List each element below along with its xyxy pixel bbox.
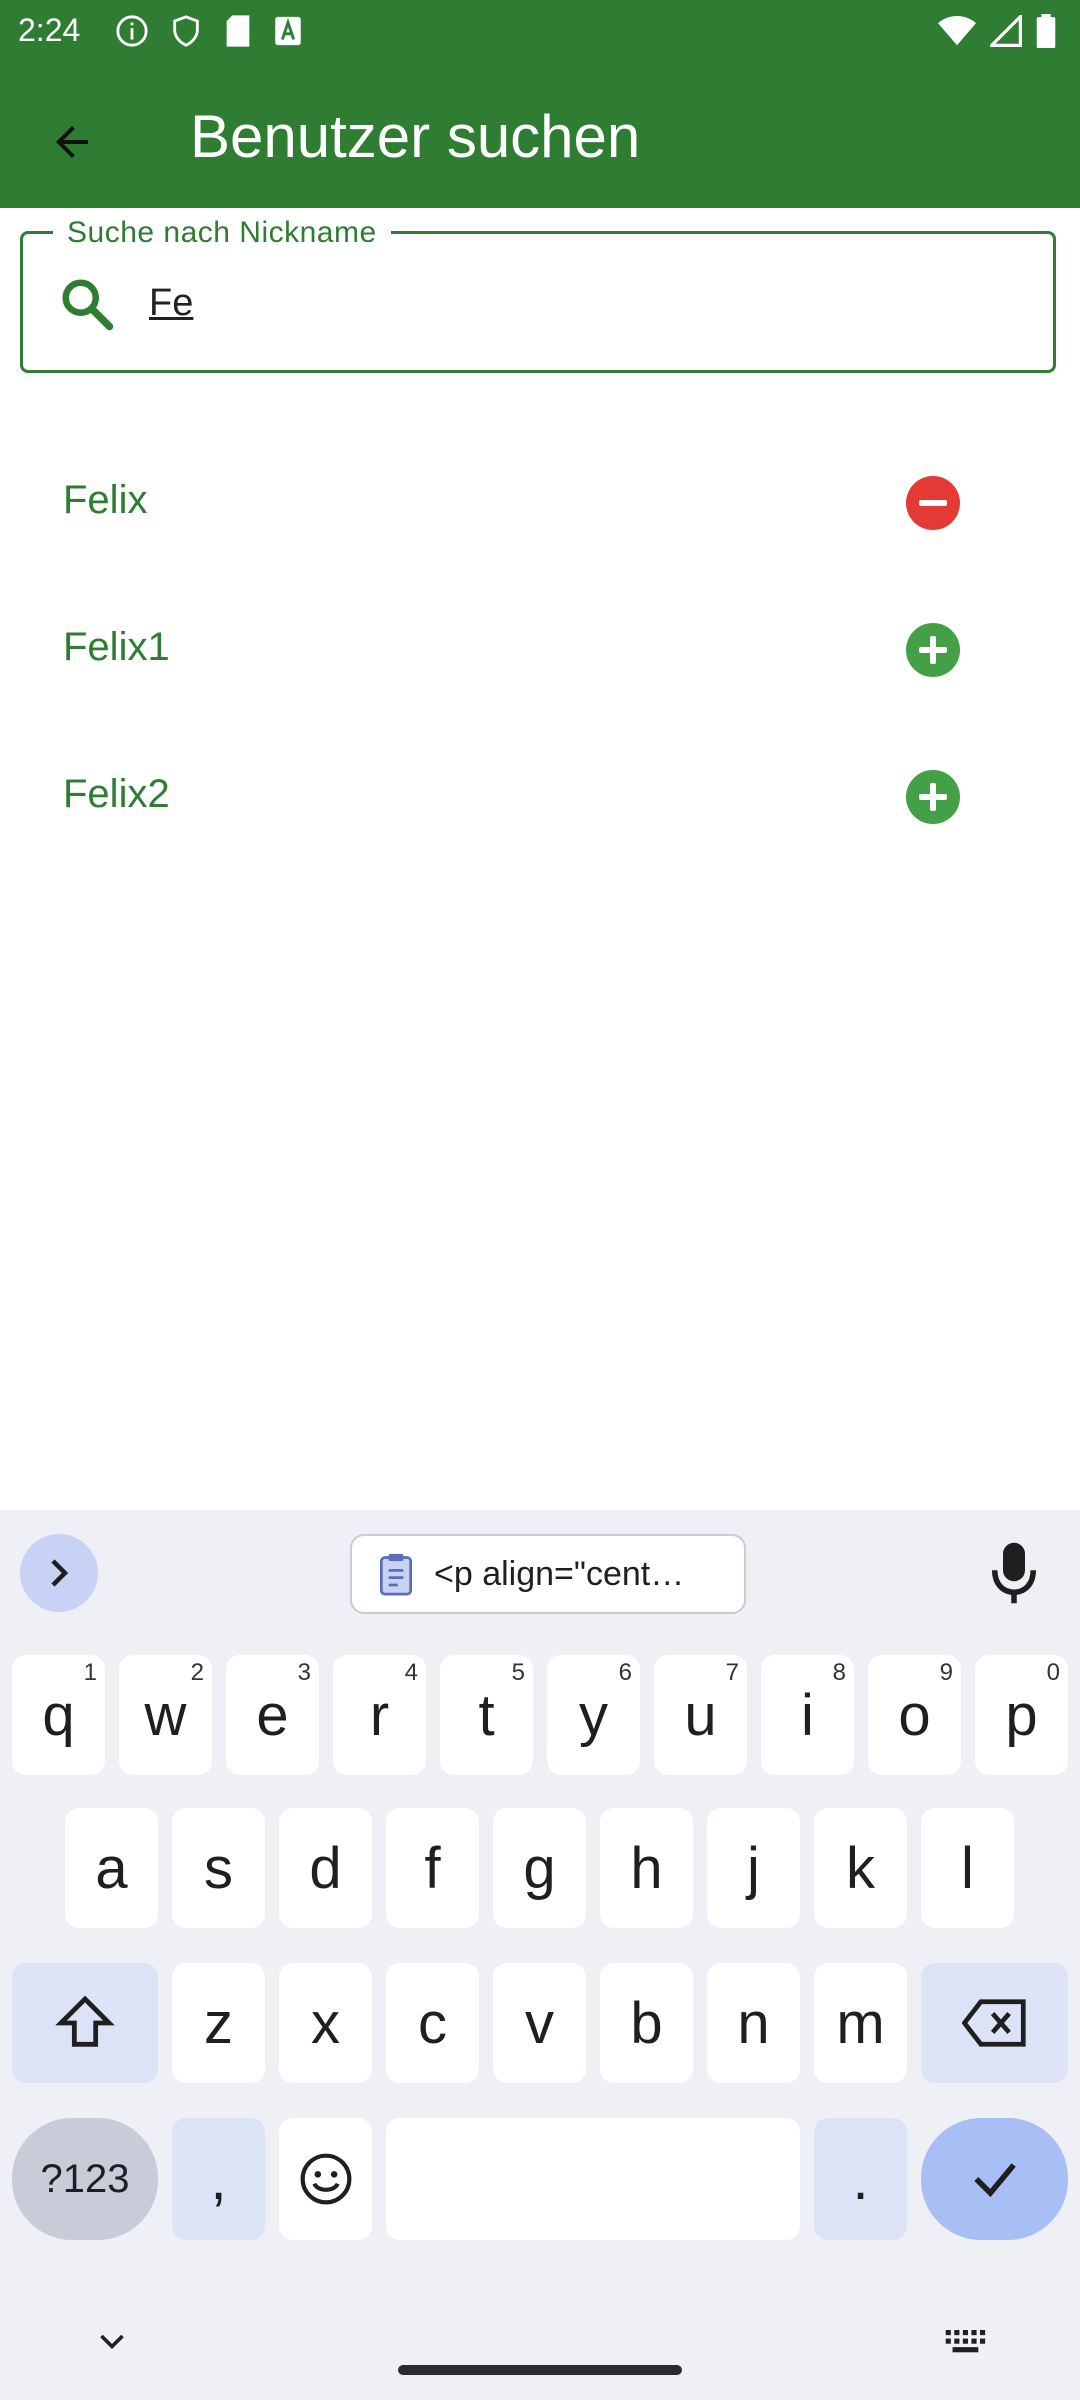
search-field[interactable]: Suche nach Nickname xyxy=(20,216,1056,373)
info-icon xyxy=(116,15,148,47)
key-j[interactable]: j xyxy=(707,1808,800,1928)
key-label: o xyxy=(898,1682,931,1748)
key-hint: 5 xyxy=(511,1659,525,1686)
key-w[interactable]: w2 xyxy=(119,1655,212,1775)
key-label: e xyxy=(256,1682,289,1748)
key-r[interactable]: r4 xyxy=(333,1655,426,1775)
user-name: Felix xyxy=(63,478,148,522)
key-hint: 4 xyxy=(404,1659,418,1686)
key-i[interactable]: i8 xyxy=(761,1655,854,1775)
key-label: t xyxy=(478,1682,495,1748)
add-user-button[interactable] xyxy=(906,623,960,677)
list-item: Felix xyxy=(0,430,1080,577)
key-u[interactable]: u7 xyxy=(654,1655,747,1775)
key-label: w xyxy=(144,1682,187,1748)
key-d[interactable]: d xyxy=(279,1808,372,1928)
key-b[interactable]: b xyxy=(600,1963,693,2083)
key-hint: 1 xyxy=(83,1659,97,1686)
user-name: Felix1 xyxy=(63,625,170,669)
key-n[interactable]: n xyxy=(707,1963,800,2083)
emoji-key[interactable] xyxy=(279,2118,372,2240)
key-g[interactable]: g xyxy=(493,1808,586,1928)
check-icon xyxy=(973,2163,1016,2198)
shield-icon xyxy=(173,15,199,47)
key-label: p xyxy=(1005,1682,1038,1748)
user-name: Felix2 xyxy=(63,772,170,816)
status-bar: 2:24 xyxy=(0,0,1080,62)
font-icon xyxy=(275,16,301,46)
key-o[interactable]: o9 xyxy=(868,1655,961,1775)
key-v[interactable]: v xyxy=(493,1963,586,2083)
key-hint: 2 xyxy=(190,1659,204,1686)
back-button[interactable] xyxy=(30,100,114,184)
user-result-list: Felix Felix1 Felix2 xyxy=(0,430,1080,871)
key-label: i xyxy=(801,1682,814,1748)
app-bar: Benutzer suchen xyxy=(0,62,1080,208)
clipboard-icon xyxy=(379,1553,413,1596)
period-key[interactable]: . xyxy=(814,2118,907,2240)
key-a[interactable]: a xyxy=(65,1808,158,1928)
key-label: q xyxy=(42,1682,75,1748)
enter-key[interactable] xyxy=(921,2118,1068,2240)
search-input[interactable] xyxy=(149,270,1029,336)
chevron-right-icon xyxy=(51,1559,69,1587)
comma-key[interactable]: , xyxy=(172,2118,265,2240)
shift-key[interactable] xyxy=(12,1963,158,2083)
key-hint: 3 xyxy=(297,1659,311,1686)
sd-card-icon xyxy=(226,15,250,47)
home-indicator[interactable] xyxy=(398,2365,682,2375)
key-c[interactable]: c xyxy=(386,1963,479,2083)
key-label: r xyxy=(369,1682,390,1748)
backspace-key[interactable] xyxy=(921,1963,1068,2083)
status-time: 2:24 xyxy=(18,12,81,48)
backspace-icon xyxy=(961,1999,1026,2047)
key-s[interactable]: s xyxy=(172,1808,265,1928)
key-f[interactable]: f xyxy=(386,1808,479,1928)
emoji-icon xyxy=(300,2153,351,2205)
keyboard-switch-icon[interactable] xyxy=(944,2328,992,2356)
list-item: Felix1 xyxy=(0,577,1080,724)
add-user-button[interactable] xyxy=(906,770,960,824)
key-hint: 0 xyxy=(1046,1659,1060,1686)
keyboard-expand-button[interactable] xyxy=(20,1534,98,1612)
key-e[interactable]: e3 xyxy=(226,1655,319,1775)
symbols-key[interactable]: ?123 xyxy=(12,2118,158,2240)
key-q[interactable]: q1 xyxy=(12,1655,105,1775)
keyboard-bottom-bar xyxy=(0,2300,1080,2400)
search-label: Suche nach Nickname xyxy=(53,216,391,250)
on-screen-keyboard: <p align="cent… q1 w2 e3 r4 t5 y6 u7 i8 … xyxy=(0,1510,1080,2400)
space-key[interactable] xyxy=(386,2118,800,2240)
key-hint: 9 xyxy=(939,1659,953,1686)
key-hint: 6 xyxy=(618,1659,632,1686)
clipboard-text: <p align="cent… xyxy=(434,1554,685,1593)
page-title: Benutzer suchen xyxy=(190,103,641,170)
remove-user-button[interactable] xyxy=(906,476,960,530)
key-label: y xyxy=(579,1682,608,1748)
key-m[interactable]: m xyxy=(814,1963,907,2083)
microphone-icon[interactable] xyxy=(986,1540,1042,1606)
signal-icon xyxy=(990,15,1022,47)
key-y[interactable]: y6 xyxy=(547,1655,640,1775)
key-k[interactable]: k xyxy=(814,1808,907,1928)
shift-icon xyxy=(55,1995,115,2047)
key-l[interactable]: l xyxy=(921,1808,1014,1928)
status-system-icons xyxy=(938,14,1056,48)
battery-icon xyxy=(1036,14,1056,48)
wifi-icon xyxy=(938,15,976,46)
key-label: u xyxy=(684,1682,717,1748)
arrow-back-icon xyxy=(56,126,88,158)
status-notification-icons xyxy=(115,14,303,48)
chevron-down-icon[interactable] xyxy=(94,2324,130,2360)
key-hint: 7 xyxy=(725,1659,739,1686)
key-z[interactable]: z xyxy=(172,1963,265,2083)
keyboard-toolbar: <p align="cent… xyxy=(0,1510,1080,1630)
clipboard-suggestion[interactable]: <p align="cent… xyxy=(350,1534,746,1614)
key-t[interactable]: t5 xyxy=(440,1655,533,1775)
key-p[interactable]: p0 xyxy=(975,1655,1068,1775)
key-x[interactable]: x xyxy=(279,1963,372,2083)
search-icon xyxy=(62,279,114,331)
list-item: Felix2 xyxy=(0,724,1080,871)
key-hint: 8 xyxy=(832,1659,846,1686)
key-h[interactable]: h xyxy=(600,1808,693,1928)
